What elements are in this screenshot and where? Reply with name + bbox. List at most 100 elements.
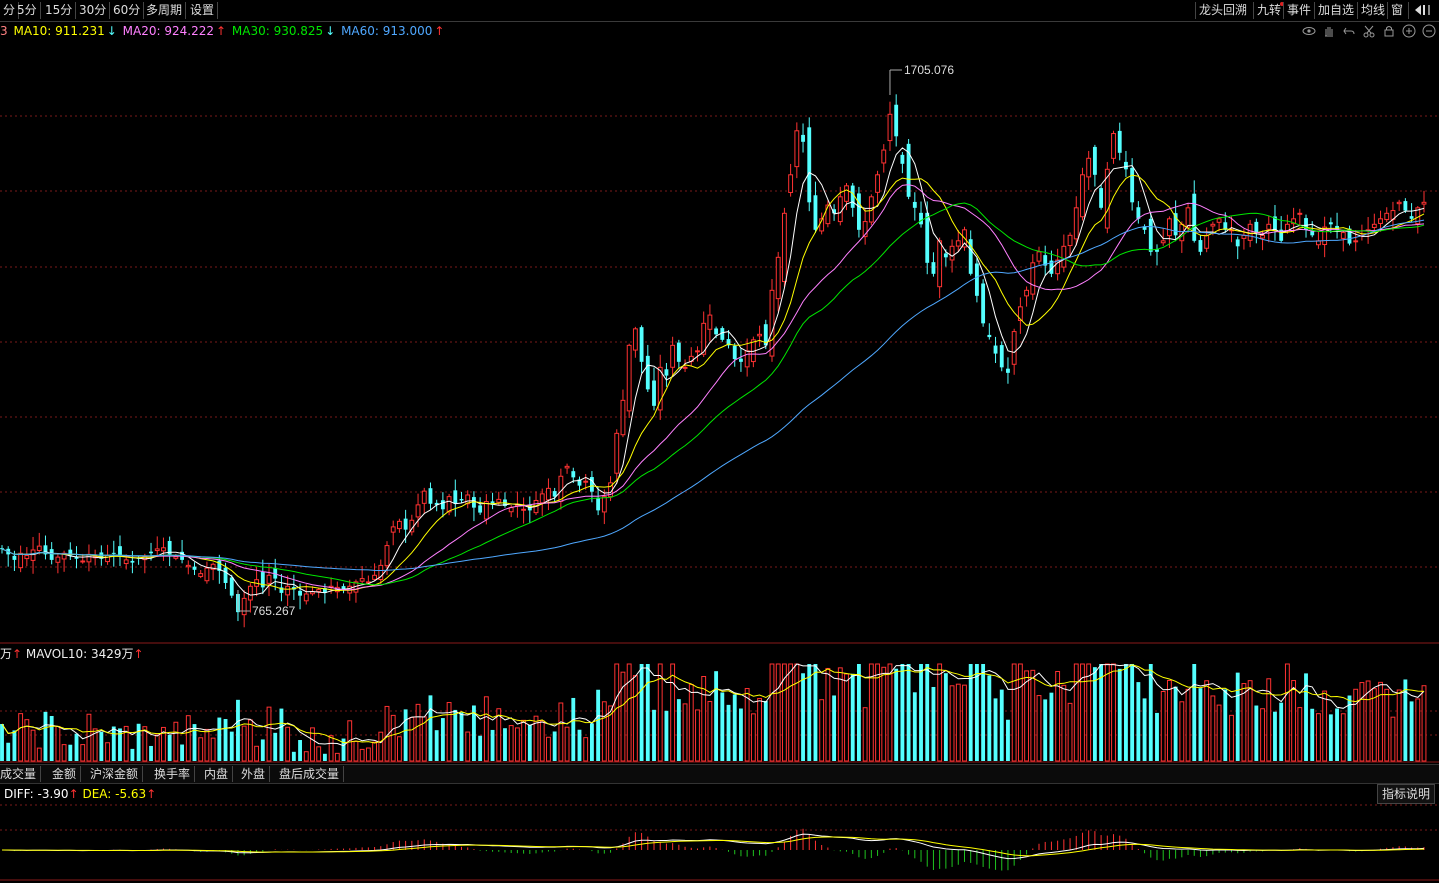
volume-bar-65 xyxy=(403,709,408,761)
candle-body-74 xyxy=(459,498,464,501)
candle-body-211 xyxy=(1310,231,1315,236)
candle-body-62 xyxy=(384,545,390,567)
volume-bar-0 xyxy=(0,724,4,761)
volume-bar-66 xyxy=(409,716,415,762)
volume-bar-103 xyxy=(639,664,644,761)
candle-body-179 xyxy=(1111,133,1116,159)
volume-bar-54 xyxy=(334,752,340,762)
candle-body-26 xyxy=(161,547,166,552)
volume-bar-63 xyxy=(390,714,396,762)
candle-body-122 xyxy=(757,333,762,337)
volume-bar-200 xyxy=(1241,683,1247,762)
tab-amount[interactable]: 金额 xyxy=(48,766,82,782)
candle-body-77 xyxy=(478,505,483,513)
candle-body-147 xyxy=(912,201,917,208)
volume-bar-120 xyxy=(744,688,750,762)
volume-bar-159 xyxy=(987,675,992,761)
volume-bar-133 xyxy=(825,667,831,762)
volume-bar-67 xyxy=(415,703,421,762)
candle-body-128 xyxy=(794,130,800,168)
tab-turnover[interactable]: 换手率 xyxy=(150,766,196,782)
volume-bar-206 xyxy=(1279,702,1284,761)
volume-bar-11 xyxy=(68,744,73,761)
candle-body-145 xyxy=(900,154,905,164)
candle-body-130 xyxy=(807,127,812,203)
candle-body-18 xyxy=(111,552,116,554)
volume-bar-216 xyxy=(1340,713,1346,762)
volume-bar-211 xyxy=(1310,708,1315,761)
volume-bar-110 xyxy=(682,703,688,762)
ma10-line xyxy=(1,174,1425,592)
volume-bar-183 xyxy=(1136,682,1141,761)
candle-body-24 xyxy=(149,551,153,554)
volume-bar-35 xyxy=(217,717,222,761)
tab-shsz-amount[interactable]: 沪深金额 xyxy=(86,766,144,782)
candle-body-223 xyxy=(1384,212,1390,221)
indicator-help-button[interactable]: 指标说明 xyxy=(1376,784,1435,804)
volume-bar-166 xyxy=(1030,669,1036,762)
candle-body-46 xyxy=(285,585,291,596)
volume-bar-104 xyxy=(645,664,650,761)
tab-outer-volume[interactable]: 外盘 xyxy=(237,766,271,782)
candle-body-216 xyxy=(1340,232,1346,239)
candle-body-120 xyxy=(744,350,750,368)
volume-bar-209 xyxy=(1297,707,1303,762)
volume-bar-116 xyxy=(720,692,725,761)
candle-body-182 xyxy=(1130,167,1135,203)
candle-body-104 xyxy=(645,355,650,390)
candle-body-114 xyxy=(707,314,713,330)
volume-bar-205 xyxy=(1273,711,1277,761)
volume-bar-52 xyxy=(322,753,327,761)
candle-body-141 xyxy=(875,174,880,193)
volume-bar-214 xyxy=(1328,714,1333,761)
volume-bar-186 xyxy=(1155,712,1159,761)
volume-bar-179 xyxy=(1111,663,1116,762)
volume-bar-125 xyxy=(775,663,781,762)
candle-body-161 xyxy=(999,345,1004,368)
volume-bar-57 xyxy=(353,740,359,762)
volume-bar-187 xyxy=(1160,691,1166,762)
kline-chart[interactable]: 1705.076 765.267 xyxy=(0,0,1439,883)
volume-bar-105 xyxy=(652,709,656,761)
volume-bar-208 xyxy=(1291,680,1297,762)
volume-bar-160 xyxy=(993,698,998,761)
candle-body-84 xyxy=(521,508,527,511)
tab-after-hours-volume[interactable]: 盘后成交量 xyxy=(275,766,345,782)
volume-bar-93 xyxy=(577,729,582,761)
candle-body-201 xyxy=(1247,223,1253,241)
candle-body-150 xyxy=(931,262,936,274)
volume-bar-154 xyxy=(955,683,961,762)
volume-bar-184 xyxy=(1142,698,1147,761)
ma5-line xyxy=(1,147,1425,596)
volume-bar-49 xyxy=(303,751,309,762)
diff-value: DIFF: -3.90 xyxy=(4,787,69,801)
tab-volume[interactable]: 成交量 xyxy=(0,766,42,782)
volume-bar-139 xyxy=(862,707,868,762)
candle-body-67 xyxy=(415,504,421,518)
volume-bar-172 xyxy=(1067,702,1073,762)
candle-body-102 xyxy=(632,328,638,351)
candle-body-68 xyxy=(421,490,427,504)
volume-bar-58 xyxy=(359,748,365,762)
volume-bar-83 xyxy=(514,727,520,762)
tab-inner-volume[interactable]: 内盘 xyxy=(200,766,234,782)
volume-bar-14 xyxy=(86,713,92,762)
volume-bar-212 xyxy=(1316,713,1321,762)
volume-bar-108 xyxy=(670,663,676,762)
diff-line xyxy=(1,833,1425,860)
volume-bar-157 xyxy=(974,664,979,761)
volume-bar-1 xyxy=(6,742,11,761)
volume-bar-27 xyxy=(167,734,172,761)
volume-prefix-arrow: ↑ xyxy=(12,647,23,661)
volume-bar-117 xyxy=(726,704,731,761)
volume-bar-45 xyxy=(279,708,284,761)
indicator-tabs: 成交量 金额 沪深金额 换手率 内盘 外盘 盘后成交量 xyxy=(0,764,1439,784)
candle-body-202 xyxy=(1254,221,1259,233)
candle-body-5 xyxy=(30,549,36,561)
candle-body-191 xyxy=(1185,207,1191,228)
volume-bar-112 xyxy=(695,709,700,762)
volume-bar-140 xyxy=(868,663,874,762)
volume-bar-182 xyxy=(1130,664,1135,761)
candle-body-165 xyxy=(1024,289,1030,297)
volume-bar-218 xyxy=(1353,688,1359,762)
